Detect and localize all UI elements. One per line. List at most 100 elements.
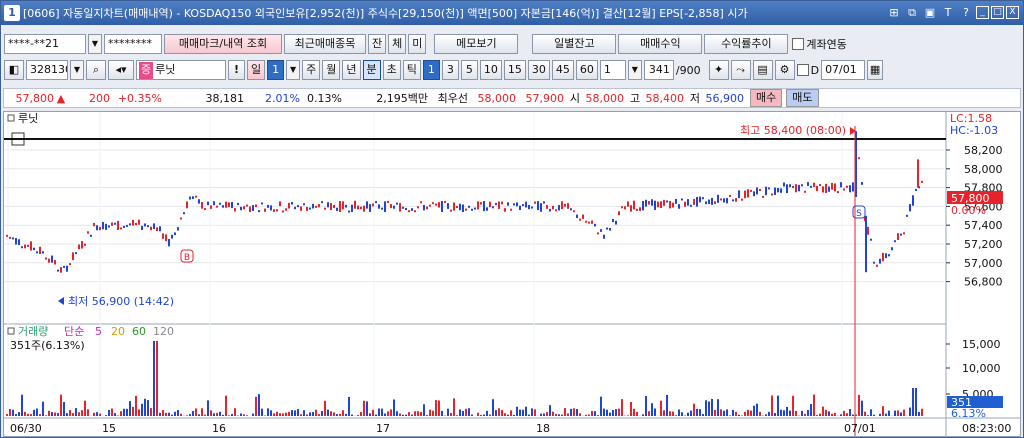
date-checkbox[interactable] <box>796 64 809 76</box>
period-dropdown-icon[interactable]: ▼ <box>286 60 301 80</box>
up-arrow-icon: ▲ <box>56 91 66 105</box>
volume-bar <box>516 406 518 416</box>
unit-dropdown-icon[interactable]: ▼ <box>627 60 642 80</box>
ma-5: 5 <box>95 325 102 338</box>
daily-balance-button[interactable]: 일별잔고 <box>532 34 617 54</box>
candle <box>261 202 263 205</box>
balance-button[interactable]: 잔 <box>368 34 387 54</box>
period-month-button[interactable]: 월 <box>322 60 341 80</box>
period-week-button[interactable]: 주 <box>302 60 321 80</box>
date-axis: 06/30 15 16 17 18 07/01 <box>10 422 876 435</box>
candle <box>174 232 176 236</box>
period-num-select[interactable]: 1 <box>267 60 285 80</box>
candle <box>99 226 101 231</box>
volume-bar <box>147 400 149 416</box>
volume-bar <box>294 410 296 416</box>
sell-marker: S <box>856 209 862 219</box>
tools-icon[interactable]: ✦ <box>708 60 729 80</box>
candle <box>30 241 32 251</box>
price-chart-svg[interactable]: 루닛 최고 58,400 (08:00) 최저 56,900 (14:42) B… <box>4 112 1020 436</box>
close-icon[interactable]: X <box>1006 6 1019 19</box>
alert-button[interactable]: ! <box>228 60 245 80</box>
interval-3-button[interactable]: 3 <box>441 60 459 80</box>
memo-button[interactable]: 메모보기 <box>434 34 519 54</box>
window-number-icon[interactable]: 1 <box>4 5 20 21</box>
unfilled-button[interactable]: 미 <box>408 34 427 54</box>
account-dropdown-icon[interactable]: ▼ <box>88 34 102 54</box>
stock-name-field[interactable]: 증 루닛 <box>136 60 226 80</box>
return-trend-button[interactable]: 수익률추이 <box>704 34 789 54</box>
sound-icon[interactable]: ◂▾ <box>108 60 134 80</box>
buy-button[interactable]: 매수 <box>750 89 783 107</box>
help-icon[interactable]: ? <box>958 5 974 21</box>
trade-profit-button[interactable]: 매매수익 <box>618 34 703 54</box>
panel-collapse-icon[interactable] <box>7 114 15 122</box>
account-link-checkbox[interactable] <box>792 38 805 50</box>
calendar-icon[interactable]: ▦ <box>867 60 884 80</box>
screen-icon[interactable]: ▣ <box>922 5 938 21</box>
candle <box>516 202 518 207</box>
volume-bar <box>504 413 506 416</box>
executed-button[interactable]: 체 <box>388 34 407 54</box>
code-dropdown-icon[interactable]: ▼ <box>70 60 84 80</box>
period-year-button[interactable]: 년 <box>342 60 361 80</box>
copy-window-icon[interactable]: ⧉ <box>904 5 920 21</box>
chart-area[interactable]: 루닛 최고 58,400 (08:00) 최저 56,900 (14:42) B… <box>3 111 1021 437</box>
sell-button[interactable]: 매도 <box>786 89 819 107</box>
count-input[interactable]: 341 <box>643 60 674 80</box>
candle <box>390 204 392 209</box>
candle <box>486 207 488 211</box>
period-second-button[interactable]: 초 <box>382 60 401 80</box>
volume-bar <box>303 410 305 416</box>
volume-bar <box>753 405 755 416</box>
interval-5-button[interactable]: 5 <box>460 60 478 80</box>
period-day-button[interactable]: 일 <box>247 60 266 80</box>
candle <box>333 204 335 209</box>
stock-label: 루닛 <box>18 112 38 125</box>
candle <box>147 225 149 228</box>
gear-icon[interactable]: ⚙ <box>774 60 795 80</box>
volume-bar <box>681 412 683 416</box>
layout-icon[interactable]: ⊞ <box>886 5 902 21</box>
volume-bar <box>531 408 533 416</box>
candle <box>474 207 476 210</box>
candle <box>729 194 731 197</box>
volume-bar <box>810 404 812 416</box>
candle <box>600 229 602 232</box>
search-icon[interactable]: ⌕ <box>86 60 106 80</box>
volume-bar <box>84 400 86 416</box>
volume-bar <box>153 341 155 416</box>
volume-bar <box>138 409 140 416</box>
volume-bar <box>915 388 917 416</box>
recent-items-button[interactable]: 최근매매종목 <box>284 34 366 54</box>
account-input[interactable]: ****-**21 <box>4 34 86 54</box>
candle <box>792 186 794 189</box>
candle <box>186 201 188 209</box>
date-tick-label: 07/01 <box>844 422 876 435</box>
unit-input[interactable]: 1 <box>599 60 626 80</box>
interval-1-button[interactable]: 1 <box>422 60 440 80</box>
interval-60-button[interactable]: 60 <box>575 60 598 80</box>
candle <box>579 218 581 221</box>
maximize-icon[interactable]: □ <box>991 6 1004 19</box>
interval-15-button[interactable]: 15 <box>503 60 526 80</box>
trade-mark-button[interactable]: 매매마크/내역 조회 <box>164 34 282 54</box>
candle <box>444 200 446 203</box>
interval-10-button[interactable]: 10 <box>479 60 502 80</box>
period-minute-button[interactable]: 분 <box>362 60 381 80</box>
stock-code-input[interactable]: 328130 <box>26 60 68 80</box>
volume-bar <box>99 413 101 416</box>
period-tick-button[interactable]: 틱 <box>402 60 421 80</box>
volume-panel-icon[interactable] <box>7 327 15 335</box>
save-icon[interactable]: ▤ <box>752 60 773 80</box>
draw-icon[interactable]: ⤳ <box>730 60 751 80</box>
minimize-icon[interactable]: _ <box>976 6 989 19</box>
password-input[interactable]: ******** <box>104 34 162 54</box>
interval-45-button[interactable]: 45 <box>551 60 574 80</box>
font-icon[interactable]: T <box>940 5 956 21</box>
volume-bar <box>60 394 62 416</box>
interval-30-button[interactable]: 30 <box>527 60 550 80</box>
panel-icon[interactable]: ◧ <box>4 60 24 80</box>
date-input[interactable]: 07/01 <box>821 60 866 80</box>
candle <box>192 196 194 199</box>
